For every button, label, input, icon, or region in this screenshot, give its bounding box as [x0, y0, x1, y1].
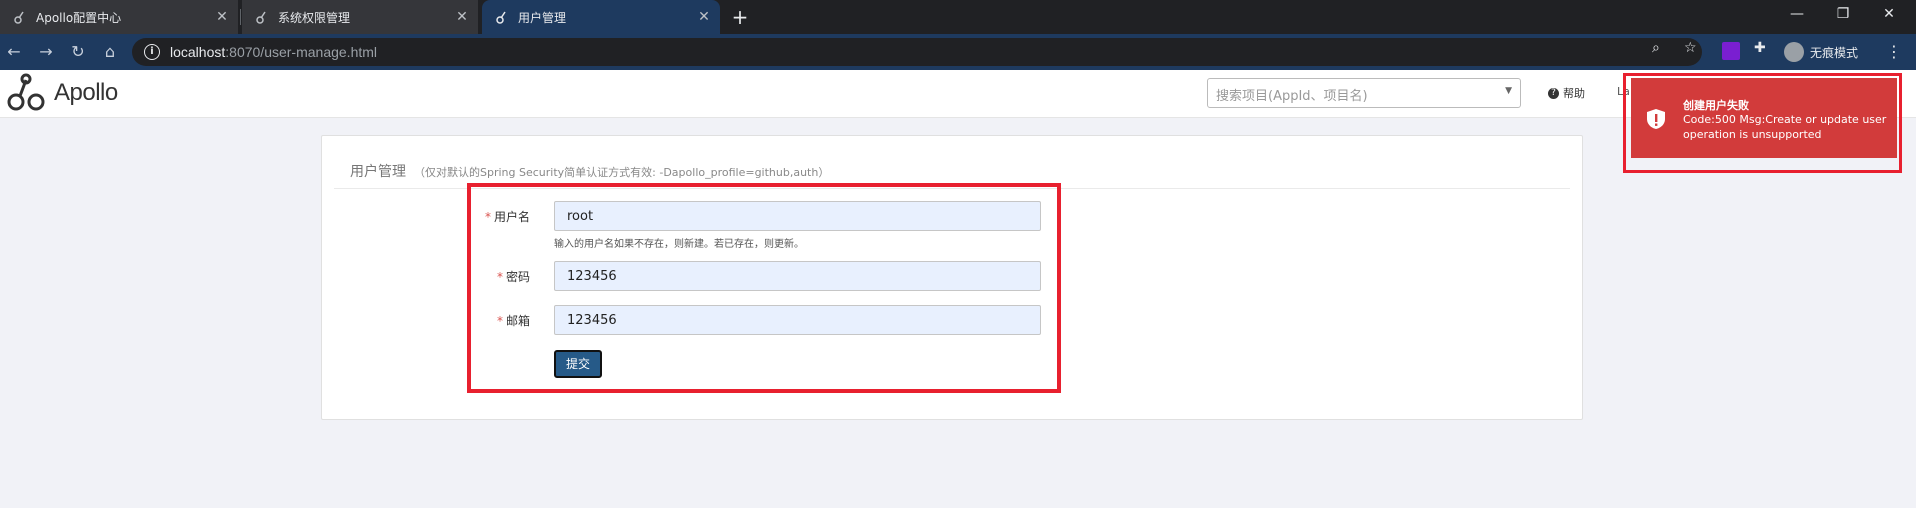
form-highlight-box — [467, 183, 1061, 393]
zoom-icon[interactable]: ⌕ — [1652, 40, 1660, 56]
panel-header: 用户管理 （仅对默认的Spring Security简单认证方式有效: -Dapo… — [350, 161, 829, 181]
panel-title: 用户管理 — [350, 164, 406, 180]
minimize-icon[interactable]: — — [1774, 0, 1820, 30]
browser-tab-bar: Apollo配置中心 ✕ 系统权限管理 ✕ 用户管理 ✕ + — ❐ ✕ — [0, 0, 1916, 34]
tab-apollo-config[interactable]: Apollo配置中心 ✕ — [0, 0, 238, 34]
apollo-logo[interactable]: Apollo — [6, 72, 118, 114]
close-tab-icon[interactable]: ✕ — [454, 9, 470, 25]
bookmark-star-icon[interactable]: ☆ — [1684, 40, 1697, 56]
url-host: localhost — [170, 44, 226, 60]
browser-menu-icon[interactable]: ⋮ — [1886, 42, 1902, 61]
site-info-icon[interactable]: i — [144, 44, 160, 60]
apollo-favicon-icon — [254, 9, 270, 25]
home-icon[interactable]: ⌂ — [98, 41, 122, 63]
chevron-down-icon: ▼ — [1505, 86, 1512, 96]
tab-title: Apollo配置中心 — [36, 10, 122, 25]
tab-separator — [240, 9, 241, 25]
browser-toolbar: ← → ↻ ⌂ i localhost:8070/user-manage.htm… — [0, 34, 1916, 70]
logo-text: Apollo — [54, 79, 118, 106]
profile-label: 无痕模式 — [1810, 45, 1859, 60]
tab-user-manage[interactable]: 用户管理 ✕ — [482, 0, 720, 34]
help-label: 帮助 — [1563, 87, 1585, 100]
extension-rp-icon[interactable] — [1722, 42, 1740, 60]
apollo-favicon-icon — [12, 9, 28, 25]
close-window-icon[interactable]: ✕ — [1866, 0, 1912, 30]
apollo-favicon-icon — [494, 9, 510, 25]
close-tab-icon[interactable]: ✕ — [214, 9, 230, 25]
reload-icon[interactable]: ↻ — [66, 41, 90, 63]
tab-title: 用户管理 — [518, 10, 567, 25]
incognito-avatar-icon — [1784, 42, 1804, 62]
question-icon: ? — [1548, 87, 1559, 99]
address-bar[interactable]: i localhost:8070/user-manage.html — [132, 38, 1702, 66]
forward-icon[interactable]: → — [34, 41, 58, 63]
extensions-puzzle-icon[interactable]: ✚ — [1754, 40, 1766, 56]
back-icon[interactable]: ← — [2, 41, 26, 63]
close-tab-icon[interactable]: ✕ — [696, 9, 712, 25]
restore-icon[interactable]: ❐ — [1820, 0, 1866, 30]
help-link[interactable]: ? 帮助 — [1548, 85, 1585, 101]
url-path: :8070/user-manage.html — [225, 44, 378, 60]
url-text: localhost:8070/user-manage.html — [170, 44, 377, 60]
project-search-select[interactable]: 搜索项目(AppId、项目名) ▼ — [1207, 78, 1521, 108]
toast-highlight-box — [1623, 73, 1902, 173]
tab-title: 系统权限管理 — [278, 10, 351, 25]
tab-permissions[interactable]: 系统权限管理 ✕ — [242, 0, 478, 34]
search-placeholder: 搜索项目(AppId、项目名) — [1216, 89, 1368, 104]
incognito-profile[interactable]: 无痕模式 — [1784, 41, 1858, 63]
new-tab-icon[interactable]: + — [728, 6, 752, 30]
panel-note: （仅对默认的Spring Security简单认证方式有效: -Dapollo_… — [414, 166, 830, 179]
apollo-logo-icon — [7, 73, 45, 111]
